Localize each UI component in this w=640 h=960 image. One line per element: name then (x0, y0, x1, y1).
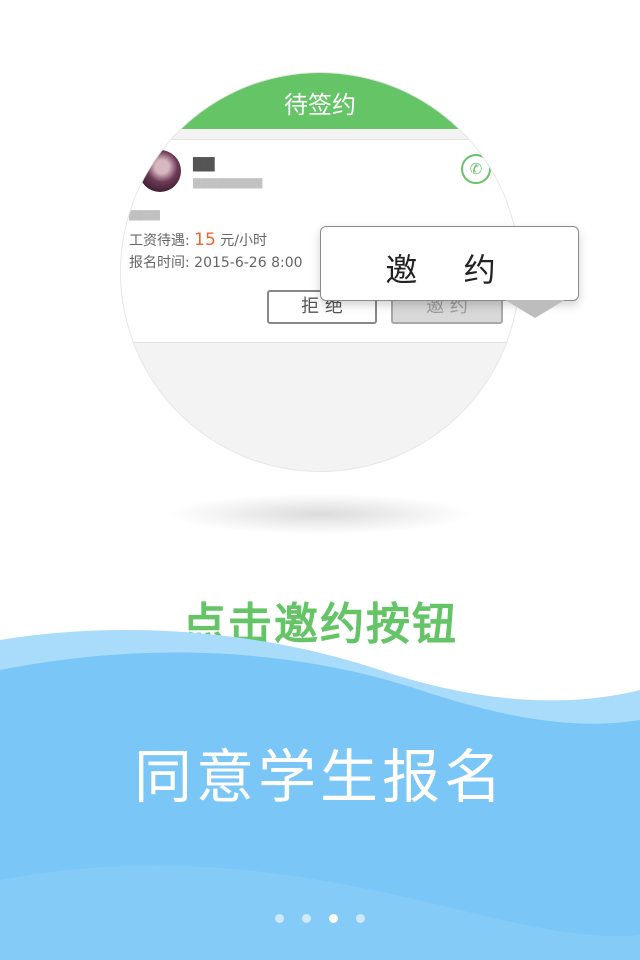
subheadline: 同意学生报名 (133, 743, 506, 811)
candidate-school-blurred: ▇▇▇▇ (129, 210, 160, 221)
header-title: 待签约 (284, 91, 356, 119)
invite-popup-button[interactable]: 邀 约 (320, 226, 579, 301)
signup-time-label: 报名时间: (129, 255, 190, 271)
salary-row: 工资待遇: 15 元/小时 (129, 230, 267, 250)
invite-popup-label: 邀 约 (385, 251, 514, 289)
candidate-name-blurred: ▇▇ (193, 156, 215, 172)
candidate-subtitle-blurred: ▇▇▇▇▇▇▇▇▇ (193, 178, 263, 189)
phone-icon: ✆ (461, 154, 491, 184)
signup-time-row: 报名时间: 2015-6-26 8:00 (129, 252, 303, 272)
page-dot[interactable] (275, 914, 284, 923)
salary-value: 15 (194, 230, 216, 250)
salary-label: 工资待遇: (129, 233, 190, 249)
page-dot[interactable] (356, 914, 365, 923)
page-dot-active[interactable] (329, 914, 338, 923)
avatar (139, 150, 181, 192)
circle-shadow (170, 494, 470, 534)
signup-time-value: 2015-6-26 8:00 (194, 255, 303, 271)
salary-unit: 元/小时 (220, 233, 267, 249)
popup-tail (505, 300, 565, 318)
page-dot[interactable] (302, 914, 311, 923)
illustration-header: 待签约 (121, 73, 519, 129)
page-indicator[interactable] (0, 914, 640, 926)
